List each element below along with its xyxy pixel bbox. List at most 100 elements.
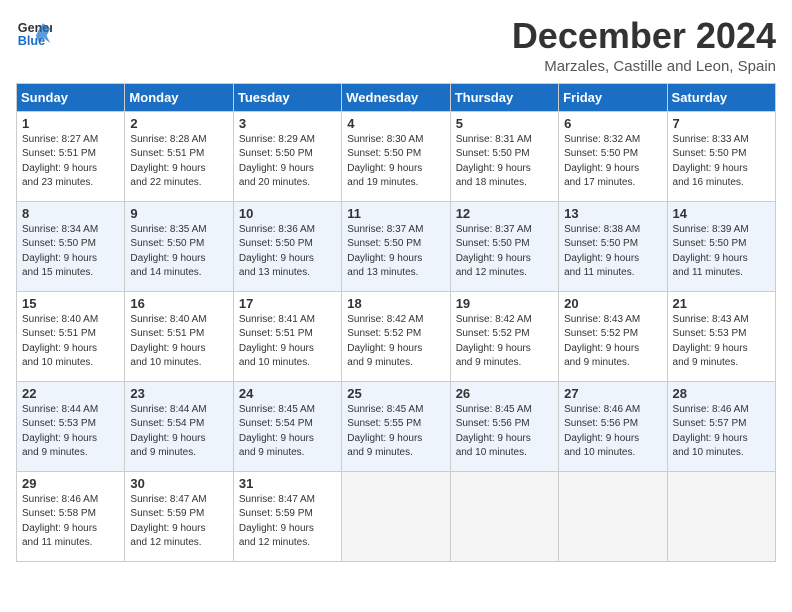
day-info: Sunrise: 8:36 AM Sunset: 5:50 PM Dayligh… bbox=[239, 223, 336, 281]
week-row-3: 15 Sunrise: 8:40 AM Sunset: 5:51 PM Dayli… bbox=[17, 291, 776, 381]
day-cell: 14Sunrise: 8:39 AM Sunset: 5:50 PM Dayli… bbox=[667, 201, 775, 291]
day-cell: 6 Sunrise: 8:32 AM Sunset: 5:50 PM Daylig… bbox=[559, 111, 667, 201]
logo: General Blue bbox=[16, 16, 52, 52]
day-cell: 5 Sunrise: 8:31 AM Sunset: 5:50 PM Daylig… bbox=[450, 111, 558, 201]
header-cell-thursday: Thursday bbox=[450, 83, 558, 111]
day-info: Sunrise: 8:47 AM Sunset: 5:59 PM Dayligh… bbox=[130, 493, 227, 551]
header-row: SundayMondayTuesdayWednesdayThursdayFrid… bbox=[17, 83, 776, 111]
day-info: Sunrise: 8:27 AM Sunset: 5:51 PM Dayligh… bbox=[22, 133, 119, 191]
day-number: 4 bbox=[347, 116, 444, 131]
week-row-1: 1 Sunrise: 8:27 AM Sunset: 5:51 PM Daylig… bbox=[17, 111, 776, 201]
day-number: 30 bbox=[130, 476, 227, 491]
day-number: 11 bbox=[347, 206, 444, 221]
day-number: 3 bbox=[239, 116, 336, 131]
day-number: 7 bbox=[673, 116, 770, 131]
day-info: Sunrise: 8:45 AM Sunset: 5:54 PM Dayligh… bbox=[239, 403, 336, 461]
day-cell: 19 Sunrise: 8:42 AM Sunset: 5:52 PM Dayli… bbox=[450, 291, 558, 381]
day-number: 29 bbox=[22, 476, 119, 491]
day-cell: 4 Sunrise: 8:30 AM Sunset: 5:50 PM Daylig… bbox=[342, 111, 450, 201]
day-info: Sunrise: 8:45 AM Sunset: 5:55 PM Dayligh… bbox=[347, 403, 444, 461]
week-row-2: 8 Sunrise: 8:34 AM Sunset: 5:50 PM Daylig… bbox=[17, 201, 776, 291]
day-info: Sunrise: 8:35 AM Sunset: 5:50 PM Dayligh… bbox=[130, 223, 227, 281]
header-cell-saturday: Saturday bbox=[667, 83, 775, 111]
day-number: 24 bbox=[239, 386, 336, 401]
day-cell: 9 Sunrise: 8:35 AM Sunset: 5:50 PM Daylig… bbox=[125, 201, 233, 291]
day-cell: 8 Sunrise: 8:34 AM Sunset: 5:50 PM Daylig… bbox=[17, 201, 125, 291]
day-number: 19 bbox=[456, 296, 553, 311]
header-cell-sunday: Sunday bbox=[17, 83, 125, 111]
day-info: Sunrise: 8:44 AM Sunset: 5:53 PM Dayligh… bbox=[22, 403, 119, 461]
day-info: Sunrise: 8:44 AM Sunset: 5:54 PM Dayligh… bbox=[130, 403, 227, 461]
day-number: 10 bbox=[239, 206, 336, 221]
day-number: 16 bbox=[130, 296, 227, 311]
week-row-4: 22 Sunrise: 8:44 AM Sunset: 5:53 PM Dayli… bbox=[17, 381, 776, 471]
day-number: 8 bbox=[22, 206, 119, 221]
day-number: 27 bbox=[564, 386, 661, 401]
day-info: Sunrise: 8:47 AM Sunset: 5:59 PM Dayligh… bbox=[239, 493, 336, 551]
title-block: December 2024 Marzales, Castille and Leo… bbox=[512, 16, 776, 75]
day-info: Sunrise: 8:28 AM Sunset: 5:51 PM Dayligh… bbox=[130, 133, 227, 191]
day-info: Sunrise: 8:46 AM Sunset: 5:58 PM Dayligh… bbox=[22, 493, 119, 551]
day-info: Sunrise: 8:43 AM Sunset: 5:53 PM Dayligh… bbox=[673, 313, 770, 371]
day-number: 20 bbox=[564, 296, 661, 311]
day-info: Sunrise: 8:42 AM Sunset: 5:52 PM Dayligh… bbox=[456, 313, 553, 371]
day-number: 12 bbox=[456, 206, 553, 221]
day-number: 1 bbox=[22, 116, 119, 131]
day-cell: 29 Sunrise: 8:46 AM Sunset: 5:58 PM Dayli… bbox=[17, 471, 125, 561]
day-number: 23 bbox=[130, 386, 227, 401]
day-number: 2 bbox=[130, 116, 227, 131]
calendar-subtitle: Marzales, Castille and Leon, Spain bbox=[512, 58, 776, 75]
header-cell-monday: Monday bbox=[125, 83, 233, 111]
day-cell: 26Sunrise: 8:45 AM Sunset: 5:56 PM Dayli… bbox=[450, 381, 558, 471]
day-cell: 27 Sunrise: 8:46 AM Sunset: 5:56 PM Dayli… bbox=[559, 381, 667, 471]
day-cell: 31Sunrise: 8:47 AM Sunset: 5:59 PM Dayli… bbox=[233, 471, 341, 561]
day-cell: 3 Sunrise: 8:29 AM Sunset: 5:50 PM Daylig… bbox=[233, 111, 341, 201]
day-cell: 10 Sunrise: 8:36 AM Sunset: 5:50 PM Dayli… bbox=[233, 201, 341, 291]
day-info: Sunrise: 8:45 AM Sunset: 5:56 PM Dayligh… bbox=[456, 403, 553, 461]
day-cell: 13Sunrise: 8:38 AM Sunset: 5:50 PM Dayli… bbox=[559, 201, 667, 291]
day-number: 22 bbox=[22, 386, 119, 401]
day-cell: 24 Sunrise: 8:45 AM Sunset: 5:54 PM Dayli… bbox=[233, 381, 341, 471]
day-number: 6 bbox=[564, 116, 661, 131]
day-cell: 12Sunrise: 8:37 AM Sunset: 5:50 PM Dayli… bbox=[450, 201, 558, 291]
day-number: 13 bbox=[564, 206, 661, 221]
day-cell: 23 Sunrise: 8:44 AM Sunset: 5:54 PM Dayli… bbox=[125, 381, 233, 471]
day-number: 15 bbox=[22, 296, 119, 311]
day-number: 5 bbox=[456, 116, 553, 131]
calendar-title: December 2024 bbox=[512, 16, 776, 56]
day-cell: 25 Sunrise: 8:45 AM Sunset: 5:55 PM Dayli… bbox=[342, 381, 450, 471]
day-cell: 22 Sunrise: 8:44 AM Sunset: 5:53 PM Dayli… bbox=[17, 381, 125, 471]
week-row-5: 29 Sunrise: 8:46 AM Sunset: 5:58 PM Dayli… bbox=[17, 471, 776, 561]
day-cell: 28Sunrise: 8:46 AM Sunset: 5:57 PM Dayli… bbox=[667, 381, 775, 471]
logo-icon: General Blue bbox=[16, 16, 52, 52]
day-cell: 20Sunrise: 8:43 AM Sunset: 5:52 PM Dayli… bbox=[559, 291, 667, 381]
day-info: Sunrise: 8:34 AM Sunset: 5:50 PM Dayligh… bbox=[22, 223, 119, 281]
day-cell bbox=[559, 471, 667, 561]
day-info: Sunrise: 8:39 AM Sunset: 5:50 PM Dayligh… bbox=[673, 223, 770, 281]
day-info: Sunrise: 8:31 AM Sunset: 5:50 PM Dayligh… bbox=[456, 133, 553, 191]
header-cell-tuesday: Tuesday bbox=[233, 83, 341, 111]
day-info: Sunrise: 8:46 AM Sunset: 5:56 PM Dayligh… bbox=[564, 403, 661, 461]
day-info: Sunrise: 8:29 AM Sunset: 5:50 PM Dayligh… bbox=[239, 133, 336, 191]
day-cell bbox=[450, 471, 558, 561]
header-cell-wednesday: Wednesday bbox=[342, 83, 450, 111]
day-number: 17 bbox=[239, 296, 336, 311]
day-cell: 16Sunrise: 8:40 AM Sunset: 5:51 PM Dayli… bbox=[125, 291, 233, 381]
day-info: Sunrise: 8:40 AM Sunset: 5:51 PM Dayligh… bbox=[22, 313, 119, 371]
day-info: Sunrise: 8:30 AM Sunset: 5:50 PM Dayligh… bbox=[347, 133, 444, 191]
page-header: General Blue December 2024 Marzales, Cas… bbox=[16, 16, 776, 75]
header-cell-friday: Friday bbox=[559, 83, 667, 111]
day-number: 25 bbox=[347, 386, 444, 401]
day-cell: 1 Sunrise: 8:27 AM Sunset: 5:51 PM Daylig… bbox=[17, 111, 125, 201]
day-number: 9 bbox=[130, 206, 227, 221]
day-cell: 15 Sunrise: 8:40 AM Sunset: 5:51 PM Dayli… bbox=[17, 291, 125, 381]
day-cell: 11Sunrise: 8:37 AM Sunset: 5:50 PM Dayli… bbox=[342, 201, 450, 291]
day-number: 18 bbox=[347, 296, 444, 311]
day-cell bbox=[667, 471, 775, 561]
day-info: Sunrise: 8:32 AM Sunset: 5:50 PM Dayligh… bbox=[564, 133, 661, 191]
day-cell: 21 Sunrise: 8:43 AM Sunset: 5:53 PM Dayli… bbox=[667, 291, 775, 381]
day-cell: 2 Sunrise: 8:28 AM Sunset: 5:51 PM Daylig… bbox=[125, 111, 233, 201]
day-number: 21 bbox=[673, 296, 770, 311]
day-info: Sunrise: 8:33 AM Sunset: 5:50 PM Dayligh… bbox=[673, 133, 770, 191]
day-info: Sunrise: 8:46 AM Sunset: 5:57 PM Dayligh… bbox=[673, 403, 770, 461]
